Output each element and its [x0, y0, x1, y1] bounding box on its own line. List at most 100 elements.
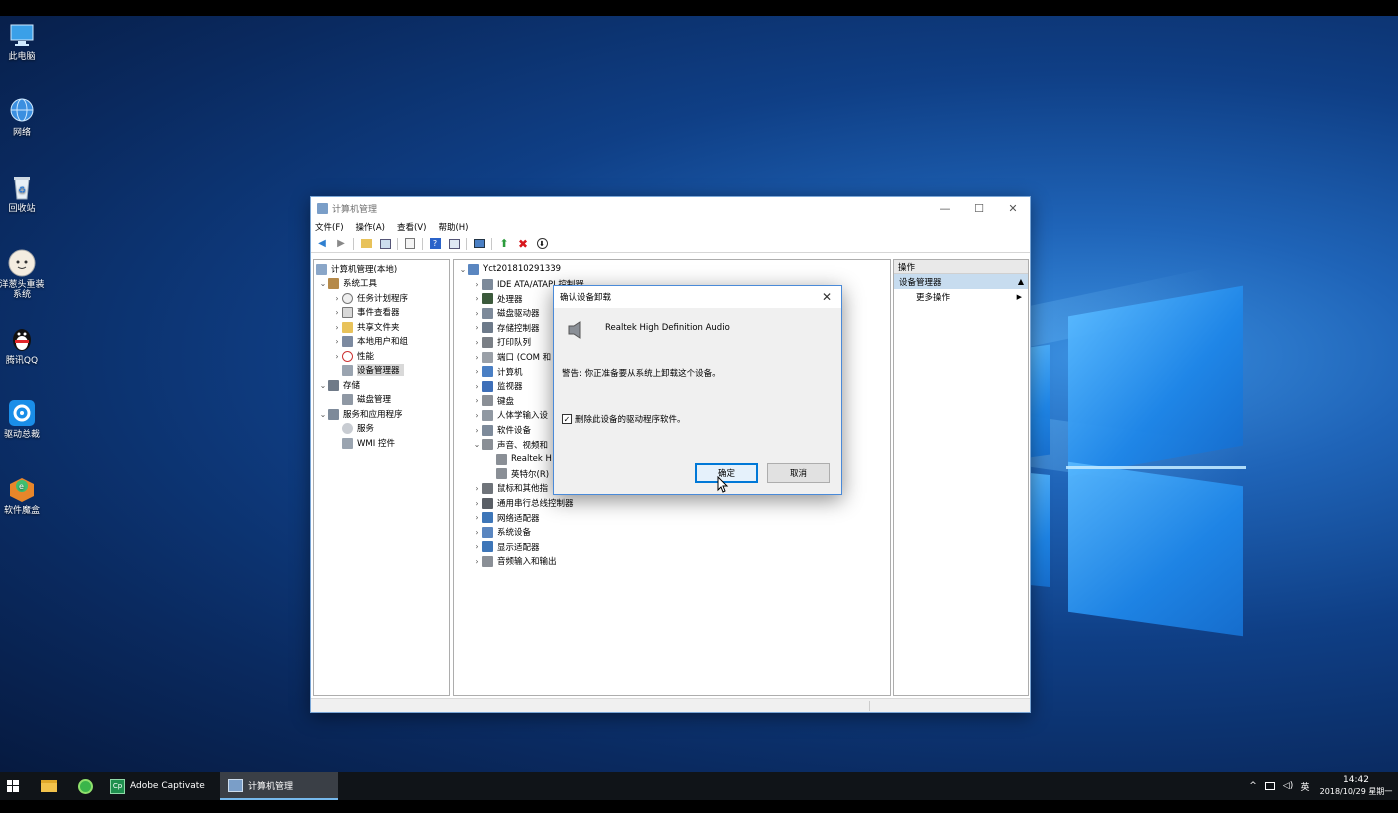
desktop-icon-network[interactable]: 网络 — [2, 96, 42, 138]
device-category[interactable]: › 通用串行总线控制器 — [472, 496, 574, 510]
desktop-icon-driver-president[interactable]: 驱动总裁 — [2, 398, 42, 440]
minimize-button[interactable]: — — [928, 197, 962, 219]
menu-help[interactable]: 帮助(H) — [438, 221, 468, 233]
up-folder-button[interactable] — [359, 237, 373, 251]
desktop-icon-recycle-bin[interactable]: ♻ 回收站 — [2, 172, 42, 214]
taskbar-file-explorer[interactable] — [36, 772, 62, 800]
maximize-button[interactable]: ☐ — [962, 197, 996, 219]
menu-action[interactable]: 操作(A) — [356, 221, 385, 233]
chevron-right-icon[interactable]: › — [472, 280, 482, 289]
device-tree-root[interactable]: ⌄ Yct201810291339 — [458, 262, 561, 276]
chevron-right-icon[interactable]: › — [472, 309, 482, 318]
network-tray-icon[interactable] — [1263, 772, 1277, 800]
device-category[interactable]: › 监视器 — [472, 379, 523, 393]
back-button[interactable]: ◀ — [315, 237, 329, 251]
close-button[interactable]: ✕ — [996, 197, 1030, 219]
uninstall-device-button[interactable]: ✖ — [516, 237, 530, 251]
device-item[interactable]: Realtek H — [486, 452, 552, 466]
scan-hardware-button[interactable] — [472, 237, 486, 251]
dialog-titlebar[interactable]: 确认设备卸载 ✕ — [554, 286, 841, 308]
tree-item-services-apps[interactable]: ⌄ 服务和应用程序 — [318, 407, 403, 421]
menu-file[interactable]: 文件(F) — [315, 221, 344, 233]
dialog-close-button[interactable]: ✕ — [813, 290, 841, 304]
chevron-right-icon[interactable]: › — [472, 396, 482, 405]
chevron-right-icon[interactable]: › — [472, 323, 482, 332]
menu-view[interactable]: 查看(V) — [397, 221, 426, 233]
desktop-icon-this-pc[interactable]: 此电脑 — [2, 20, 42, 62]
chevron-right-icon[interactable]: › — [472, 294, 482, 303]
disable-device-button[interactable]: ⬇ — [535, 237, 549, 251]
desktop-icon-software-box[interactable]: e 软件魔盒 — [2, 474, 42, 516]
chevron-right-icon[interactable]: › — [472, 557, 482, 566]
collapse-up-icon[interactable]: ▲ — [1018, 277, 1024, 286]
tree-item-wmi[interactable]: WMI 控件 — [342, 436, 395, 450]
chevron-right-icon[interactable]: › — [332, 308, 342, 317]
chevron-down-icon[interactable]: ⌄ — [318, 279, 328, 288]
tree-item-local-users[interactable]: › 本地用户和组 — [332, 334, 408, 348]
show-action-pane-button[interactable] — [447, 237, 461, 251]
console-tree-panel[interactable]: 计算机管理(本地) ⌄ 系统工具 › 任务计划程序 › 事件查看器 › 共享文件… — [313, 259, 450, 696]
chevron-right-icon[interactable]: › — [472, 353, 482, 362]
chevron-down-icon[interactable]: ⌄ — [458, 265, 468, 274]
tree-item-disk-management[interactable]: 磁盘管理 — [342, 392, 391, 406]
device-category[interactable]: › 鼠标和其他指 — [472, 481, 548, 495]
cancel-button[interactable]: 取消 — [767, 463, 830, 483]
device-category[interactable]: › 端口 (COM 和 — [472, 350, 551, 364]
desktop-icon-onion-reinstall[interactable]: 洋葱头重装系统 — [0, 248, 45, 300]
chevron-down-icon[interactable]: ⌄ — [318, 410, 328, 419]
tree-item-services[interactable]: 服务 — [342, 421, 374, 435]
more-actions-item[interactable]: 更多操作 ▶ — [894, 289, 1028, 304]
chevron-right-icon[interactable]: › — [332, 352, 342, 361]
chevron-right-icon[interactable]: › — [472, 484, 482, 493]
chevron-right-icon[interactable]: › — [472, 367, 482, 376]
chevron-down-icon[interactable]: ⌄ — [472, 440, 482, 449]
chevron-right-icon[interactable]: › — [332, 323, 342, 332]
chevron-right-icon[interactable]: › — [472, 382, 482, 391]
tree-item-root[interactable]: 计算机管理(本地) — [316, 262, 397, 276]
chevron-right-icon[interactable]: › — [472, 513, 482, 522]
device-category[interactable]: › 人体学输入设 — [472, 408, 548, 422]
tree-item-performance[interactable]: › 性能 — [332, 349, 374, 363]
chevron-right-icon[interactable]: › — [472, 426, 482, 435]
tree-item-task-scheduler[interactable]: › 任务计划程序 — [332, 291, 408, 305]
device-category[interactable]: ⌄ 声音、视频和 — [472, 438, 548, 452]
chevron-right-icon[interactable]: › — [472, 499, 482, 508]
ime-indicator[interactable]: 英 — [1298, 772, 1312, 800]
device-category[interactable]: › 显示适配器 — [472, 540, 540, 554]
chevron-right-icon[interactable]: › — [472, 542, 482, 551]
device-category[interactable]: › 音频输入和输出 — [472, 554, 557, 568]
device-category[interactable]: › 磁盘驱动器 — [472, 306, 540, 320]
tree-item-system-tools[interactable]: ⌄ 系统工具 — [318, 276, 377, 290]
device-category[interactable]: › 系统设备 — [472, 525, 531, 539]
update-driver-button[interactable]: ⬆ — [497, 237, 511, 251]
volume-tray-icon[interactable]: ◁) — [1281, 772, 1295, 800]
device-category[interactable]: › 软件设备 — [472, 423, 531, 437]
chevron-right-icon[interactable]: › — [332, 337, 342, 346]
device-category[interactable]: › 键盘 — [472, 394, 514, 408]
start-button[interactable] — [0, 772, 26, 800]
taskbar-adobe-captivate[interactable]: Cp Adobe Captivate — [106, 772, 214, 800]
properties-button[interactable] — [403, 237, 417, 251]
actions-section-device-manager[interactable]: 设备管理器 ▲ — [894, 274, 1028, 289]
device-category[interactable]: › 打印队列 — [472, 335, 531, 349]
chevron-down-icon[interactable]: ⌄ — [318, 381, 328, 390]
tree-item-shared-folders[interactable]: › 共享文件夹 — [332, 320, 400, 334]
taskbar-computer-management[interactable]: 计算机管理 — [220, 772, 338, 800]
confirm-uninstall-dialog[interactable]: 确认设备卸载 ✕ Realtek High Definition Audio 警… — [553, 285, 842, 495]
chevron-right-icon[interactable]: › — [472, 411, 482, 420]
help-button[interactable]: ? — [428, 237, 442, 251]
chevron-right-icon[interactable]: › — [472, 528, 482, 537]
show-hide-tree-button[interactable] — [378, 237, 392, 251]
chevron-right-icon[interactable]: › — [472, 338, 482, 347]
device-category[interactable]: › 存储控制器 — [472, 321, 540, 335]
clock[interactable]: 14:42 2018/10/29 星期一 — [1314, 772, 1398, 800]
tree-item-device-manager[interactable]: 设备管理器 — [342, 363, 404, 377]
window-titlebar[interactable]: 计算机管理 — ☐ ✕ — [311, 197, 1030, 219]
delete-driver-checkbox-row[interactable]: ✓ 删除此设备的驱动程序软件。 — [562, 413, 686, 425]
forward-button[interactable]: ▶ — [334, 237, 348, 251]
show-hidden-icons-button[interactable]: ^ — [1246, 772, 1260, 800]
tree-item-storage[interactable]: ⌄ 存储 — [318, 378, 360, 392]
chevron-right-icon[interactable]: › — [332, 294, 342, 303]
desktop-icon-qq[interactable]: 腾讯QQ — [2, 324, 42, 366]
device-item[interactable]: 英特尔(R) — [486, 467, 549, 481]
